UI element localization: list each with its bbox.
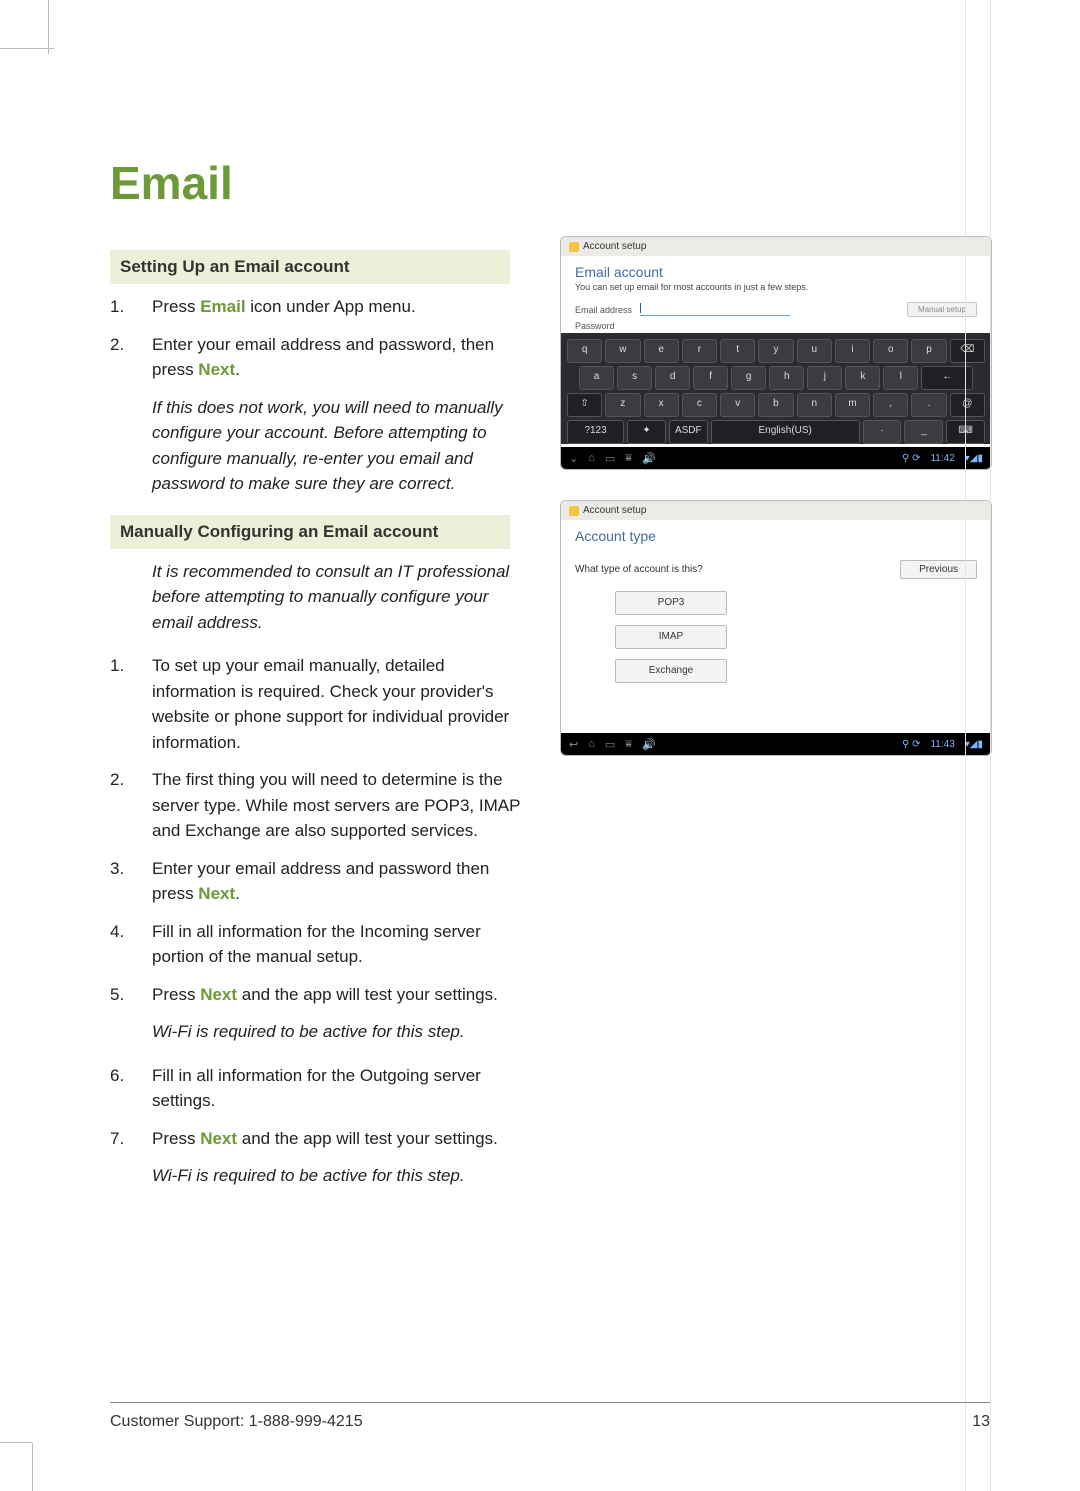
key[interactable]: s	[617, 366, 652, 390]
note: It is recommended to consult an IT profe…	[152, 559, 530, 636]
manual-setup-button[interactable]: Manual setup	[907, 302, 977, 317]
clock: 11:43	[930, 739, 954, 750]
key[interactable]: y	[758, 339, 793, 363]
email-label: Email address	[575, 305, 632, 315]
key[interactable]: ✦	[627, 420, 666, 444]
back-icon[interactable]: ⌄	[569, 452, 578, 465]
key[interactable]: r	[682, 339, 717, 363]
key[interactable]: c	[682, 393, 717, 417]
status-icons: ⚲ ⟳	[902, 739, 920, 750]
key[interactable]: k	[845, 366, 880, 390]
recents-icon[interactable]: ▭	[605, 452, 615, 465]
section-heading-manual: Manually Configuring an Email account	[110, 515, 510, 549]
key[interactable]: z	[605, 393, 640, 417]
key[interactable]: @	[950, 393, 985, 417]
key[interactable]: ·	[863, 420, 902, 444]
imap-button[interactable]: IMAP	[615, 625, 727, 649]
step: 2.The first thing you will need to deter…	[110, 767, 530, 844]
key[interactable]: ,	[873, 393, 908, 417]
step: 1.To set up your email manually, detaile…	[110, 653, 530, 755]
key[interactable]: i	[835, 339, 870, 363]
signal-icons: ▾◢▮	[965, 739, 983, 750]
customer-support: Customer Support: 1-888-999-4215	[110, 1413, 363, 1431]
step: 3.Enter your email address and password …	[110, 856, 530, 907]
key[interactable]: v	[720, 393, 755, 417]
section-heading-setup: Setting Up an Email account	[110, 250, 510, 284]
volume-icon[interactable]: 🔊	[642, 738, 656, 751]
recents-icon[interactable]: ▭	[605, 738, 615, 751]
step: 7.Press Next and the app will test your …	[110, 1126, 530, 1152]
step: 2. Enter your email address and password…	[110, 332, 530, 383]
key[interactable]: n	[797, 393, 832, 417]
screenshot-account-type: Account setup Account type What type of …	[560, 500, 992, 756]
back-icon[interactable]: ↩	[569, 738, 578, 751]
key[interactable]: ⇧	[567, 393, 602, 417]
key[interactable]: _	[904, 420, 943, 444]
screenshot-subtext: You can set up email for most accounts i…	[561, 282, 991, 300]
step: 1. Press Email icon under App menu.	[110, 294, 530, 320]
key[interactable]: English(US)	[711, 420, 860, 444]
key[interactable]: q	[567, 339, 602, 363]
screenshot-heading: Email account	[561, 256, 991, 282]
pop3-button[interactable]: POP3	[615, 591, 727, 615]
key[interactable]: .	[911, 393, 946, 417]
page-number: 13	[972, 1413, 990, 1431]
key[interactable]: l	[883, 366, 918, 390]
screenshot-icon[interactable]: ⩸	[625, 452, 632, 465]
exchange-button[interactable]: Exchange	[615, 659, 727, 683]
key[interactable]: e	[644, 339, 679, 363]
key[interactable]: g	[731, 366, 766, 390]
system-bar: ⌄ ⌂ ▭ ⩸ 🔊 ⚲ ⟳ 11:42 ▾◢▮	[561, 447, 991, 469]
home-icon[interactable]: ⌂	[588, 738, 595, 750]
note: If this does not work, you will need to …	[152, 395, 530, 497]
note: Wi-Fi is required to be active for this …	[152, 1163, 530, 1189]
clock: 11:42	[930, 453, 954, 464]
key[interactable]: b	[758, 393, 793, 417]
key[interactable]: u	[797, 339, 832, 363]
step: 4.Fill in all information for the Incomi…	[110, 919, 530, 970]
screenshot-email-account: Account setup Email account You can set …	[560, 236, 992, 470]
key[interactable]: p	[911, 339, 946, 363]
screenshot-icon[interactable]: ⩸	[625, 738, 632, 751]
key[interactable]: o	[873, 339, 908, 363]
home-icon[interactable]: ⌂	[588, 452, 595, 464]
key[interactable]: d	[655, 366, 690, 390]
key[interactable]: ⌫	[950, 339, 985, 363]
step: 6.Fill in all information for the Outgoi…	[110, 1063, 530, 1114]
note: Wi-Fi is required to be active for this …	[152, 1019, 530, 1045]
key[interactable]: ?123	[567, 420, 624, 444]
onscreen-keyboard[interactable]: qwertyuiop⌫ asdfghjkl← ⇧zxcvbnm,.@ ?123✦…	[561, 333, 991, 444]
app-icon	[569, 506, 579, 516]
key[interactable]: h	[769, 366, 804, 390]
key[interactable]: t	[720, 339, 755, 363]
key[interactable]: a	[579, 366, 614, 390]
key[interactable]: m	[835, 393, 870, 417]
signal-icons: ▾◢▮	[965, 453, 983, 464]
question-text: What type of account is this?	[575, 564, 703, 575]
screenshot-heading: Account type	[561, 520, 991, 546]
volume-icon[interactable]: 🔊	[642, 452, 656, 465]
system-bar: ↩ ⌂ ▭ ⩸ 🔊 ⚲ ⟳ 11:43 ▾◢▮	[561, 733, 991, 755]
key[interactable]: j	[807, 366, 842, 390]
key[interactable]: ASDF	[669, 420, 708, 444]
key[interactable]: x	[644, 393, 679, 417]
status-icons: ⚲ ⟳	[902, 453, 920, 464]
page-title: Email	[110, 160, 1010, 206]
key[interactable]: w	[605, 339, 640, 363]
key[interactable]: f	[693, 366, 728, 390]
app-icon	[569, 242, 579, 252]
email-field[interactable]	[640, 303, 790, 316]
password-label: Password	[575, 321, 615, 331]
step: 5.Press Next and the app will test your …	[110, 982, 530, 1008]
